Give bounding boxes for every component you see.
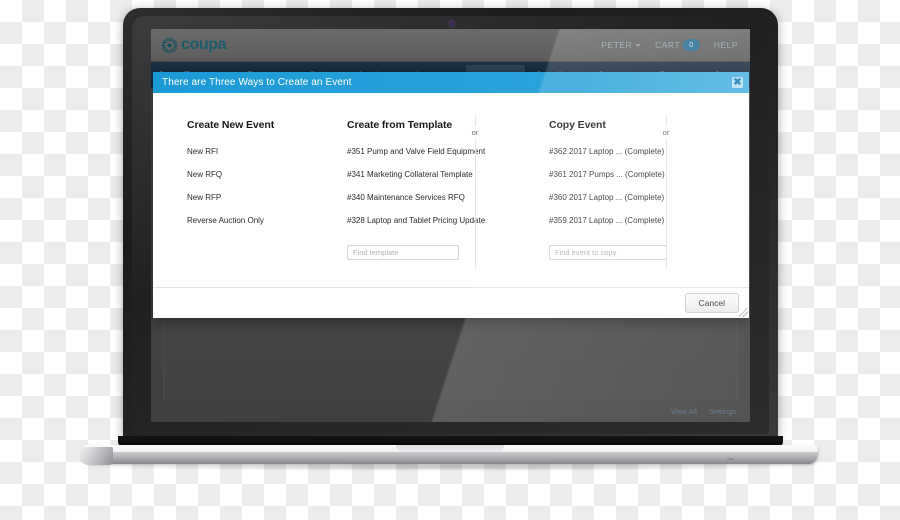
view-all-link[interactable]: View All <box>671 407 697 416</box>
page-footer-links: View All Settings <box>671 407 736 416</box>
cancel-button[interactable]: Cancel <box>684 293 739 313</box>
laptop-base-notch <box>396 445 504 452</box>
app-topbar: coupa PETER CART 0 HELP <box>151 29 750 62</box>
cart-count-badge: 0 <box>683 39 700 51</box>
option-new-rfp[interactable]: New RFP <box>187 193 315 202</box>
copy-event-item[interactable]: #360 2017 Laptop ... (Complete) <box>549 193 735 202</box>
column-copy-event: Copy Event #362 2017 Laptop ... (Complet… <box>529 119 749 287</box>
cart-label: CART <box>655 40 681 50</box>
column-title: Create from Template <box>347 119 453 131</box>
coupa-logo[interactable]: coupa <box>161 36 227 54</box>
cart-button[interactable]: CART 0 <box>655 39 700 51</box>
close-icon[interactable]: ✖ <box>732 77 743 88</box>
option-new-rfq[interactable]: New RFQ <box>187 170 315 179</box>
help-link[interactable]: HELP <box>714 40 738 50</box>
laptop-screen: coupa PETER CART 0 HELP View All Setting… <box>151 29 750 422</box>
laptop-mockup: coupa PETER CART 0 HELP View All Setting… <box>0 0 900 520</box>
column-title: Create New Event <box>187 119 275 131</box>
copy-event-item[interactable]: #362 2017 Laptop ... (Complete) <box>549 147 735 156</box>
copy-event-item[interactable]: #359 2017 Laptop ... (Complete) <box>549 216 735 225</box>
page-root: coupa PETER CART 0 HELP View All Setting… <box>0 0 900 520</box>
coupa-starburst-icon <box>161 36 178 54</box>
chevron-down-icon <box>635 43 642 47</box>
topbar-right-group: PETER CART 0 HELP <box>601 39 738 51</box>
column-create-from-template: Create from Template #351 Pump and Valve… <box>329 119 529 287</box>
laptop-shadow <box>90 463 810 471</box>
modal-header: There are Three Ways to Create an Event … <box>153 72 749 93</box>
user-menu[interactable]: PETER <box>601 40 642 50</box>
coupa-logo-text: coupa <box>181 36 227 53</box>
laptop-ir-port <box>727 458 734 460</box>
template-item[interactable]: #340 Maintenance Services RFQ <box>347 193 515 202</box>
modal-footer: Cancel <box>153 287 749 318</box>
modal-body: Create New Event New RFI New RFQ New RFP… <box>153 93 749 287</box>
option-new-rfi[interactable]: New RFI <box>187 147 315 156</box>
template-item[interactable]: #351 Pump and Valve Field Equipment <box>347 147 515 156</box>
find-event-to-copy-input[interactable] <box>549 245 667 260</box>
help-label: HELP <box>713 40 738 50</box>
modal-title: There are Three Ways to Create an Event <box>162 77 352 88</box>
user-menu-label: PETER <box>601 40 633 50</box>
column-title: Copy Event <box>549 119 606 131</box>
find-template-input[interactable] <box>347 245 459 260</box>
or-separator-1: or <box>468 126 482 139</box>
template-item[interactable]: #341 Marketing Collateral Template <box>347 170 515 179</box>
create-event-modal: There are Three Ways to Create an Event … <box>153 72 749 318</box>
template-item[interactable]: #328 Laptop and Tablet Pricing Update <box>347 216 515 225</box>
webcam-icon <box>449 21 454 26</box>
copy-event-item[interactable]: #361 2017 Pumps ... (Complete) <box>549 170 735 179</box>
resize-handle[interactable] <box>739 308 748 317</box>
settings-link[interactable]: Settings <box>709 407 736 416</box>
column-create-new-event: Create New Event New RFI New RFQ New RFP… <box>153 119 329 287</box>
option-reverse-auction-only[interactable]: Reverse Auction Only <box>187 216 315 225</box>
or-separator-2: or <box>659 126 673 139</box>
coupa-app: coupa PETER CART 0 HELP View All Setting… <box>151 29 750 422</box>
